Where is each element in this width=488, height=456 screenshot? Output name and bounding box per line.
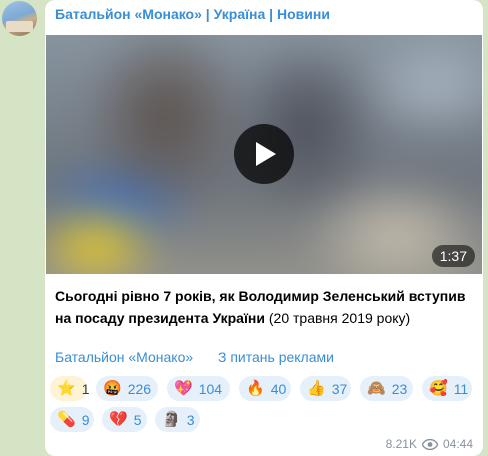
reaction-moai[interactable]: 🗿 3 bbox=[155, 407, 200, 432]
reaction-count: 40 bbox=[270, 380, 287, 397]
message-meta: 8.21K 04:44 bbox=[386, 437, 473, 451]
play-button[interactable] bbox=[234, 124, 294, 184]
message-time: 04:44 bbox=[442, 437, 473, 451]
reaction-count: 3 bbox=[186, 411, 195, 428]
reaction-thumbs-up[interactable]: 👍 37 bbox=[300, 376, 351, 401]
reaction-heart[interactable]: 💖 104 bbox=[167, 376, 230, 401]
reaction-count: 11 bbox=[453, 380, 469, 397]
sparkling-heart-icon: 💖 bbox=[174, 380, 193, 397]
channel-name[interactable]: Батальйон «Монако» | Україна | Новини bbox=[55, 6, 330, 22]
post-text-date: (20 травня 2019 року) bbox=[264, 310, 411, 326]
reaction-count: 23 bbox=[391, 380, 408, 397]
reaction-pill[interactable]: 💊 9 bbox=[50, 407, 94, 432]
post-text: Сьогодні рівно 7 років, як Володимир Зел… bbox=[55, 285, 475, 329]
reaction-angry[interactable]: 🤬 226 bbox=[96, 376, 158, 401]
video-preview[interactable]: 1:37 bbox=[46, 35, 482, 274]
channel-link[interactable]: Батальйон «Монако» bbox=[55, 349, 193, 365]
reaction-broken-heart[interactable]: 💔 5 bbox=[102, 407, 147, 432]
reaction-monkey[interactable]: 🙈 23 bbox=[360, 376, 413, 401]
play-icon bbox=[256, 142, 276, 166]
video-duration: 1:37 bbox=[431, 245, 475, 267]
see-no-evil-monkey-icon: 🙈 bbox=[367, 380, 386, 397]
channel-avatar[interactable] bbox=[2, 1, 37, 36]
ads-link[interactable]: З питань реклами bbox=[218, 349, 334, 365]
reaction-star[interactable]: ⭐ 1 bbox=[50, 376, 90, 401]
message-bubble: Батальйон «Монако» | Україна | Новини 1:… bbox=[45, 0, 483, 456]
reaction-count: 9 bbox=[81, 411, 90, 428]
star-icon: ⭐ bbox=[57, 380, 76, 397]
reaction-count: 226 bbox=[127, 380, 152, 397]
avatar-building bbox=[6, 21, 33, 32]
reaction-count: 37 bbox=[331, 380, 348, 397]
fire-icon: 🔥 bbox=[246, 380, 265, 397]
reaction-count: 5 bbox=[133, 411, 142, 428]
reaction-hearts-face[interactable]: 🥰 11 bbox=[422, 376, 472, 401]
broken-heart-icon: 💔 bbox=[109, 411, 128, 428]
pill-icon: 💊 bbox=[57, 411, 76, 428]
reaction-fire[interactable]: 🔥 40 bbox=[239, 376, 291, 401]
moai-icon: 🗿 bbox=[162, 411, 181, 428]
reaction-count: 104 bbox=[198, 380, 223, 397]
thumbs-up-icon: 👍 bbox=[307, 380, 326, 397]
angry-face-icon: 🤬 bbox=[103, 380, 122, 397]
reaction-count: 1 bbox=[81, 380, 90, 397]
eye-icon bbox=[421, 438, 438, 450]
view-count: 8.21K bbox=[385, 437, 417, 451]
smiling-hearts-face-icon: 🥰 bbox=[429, 380, 448, 397]
